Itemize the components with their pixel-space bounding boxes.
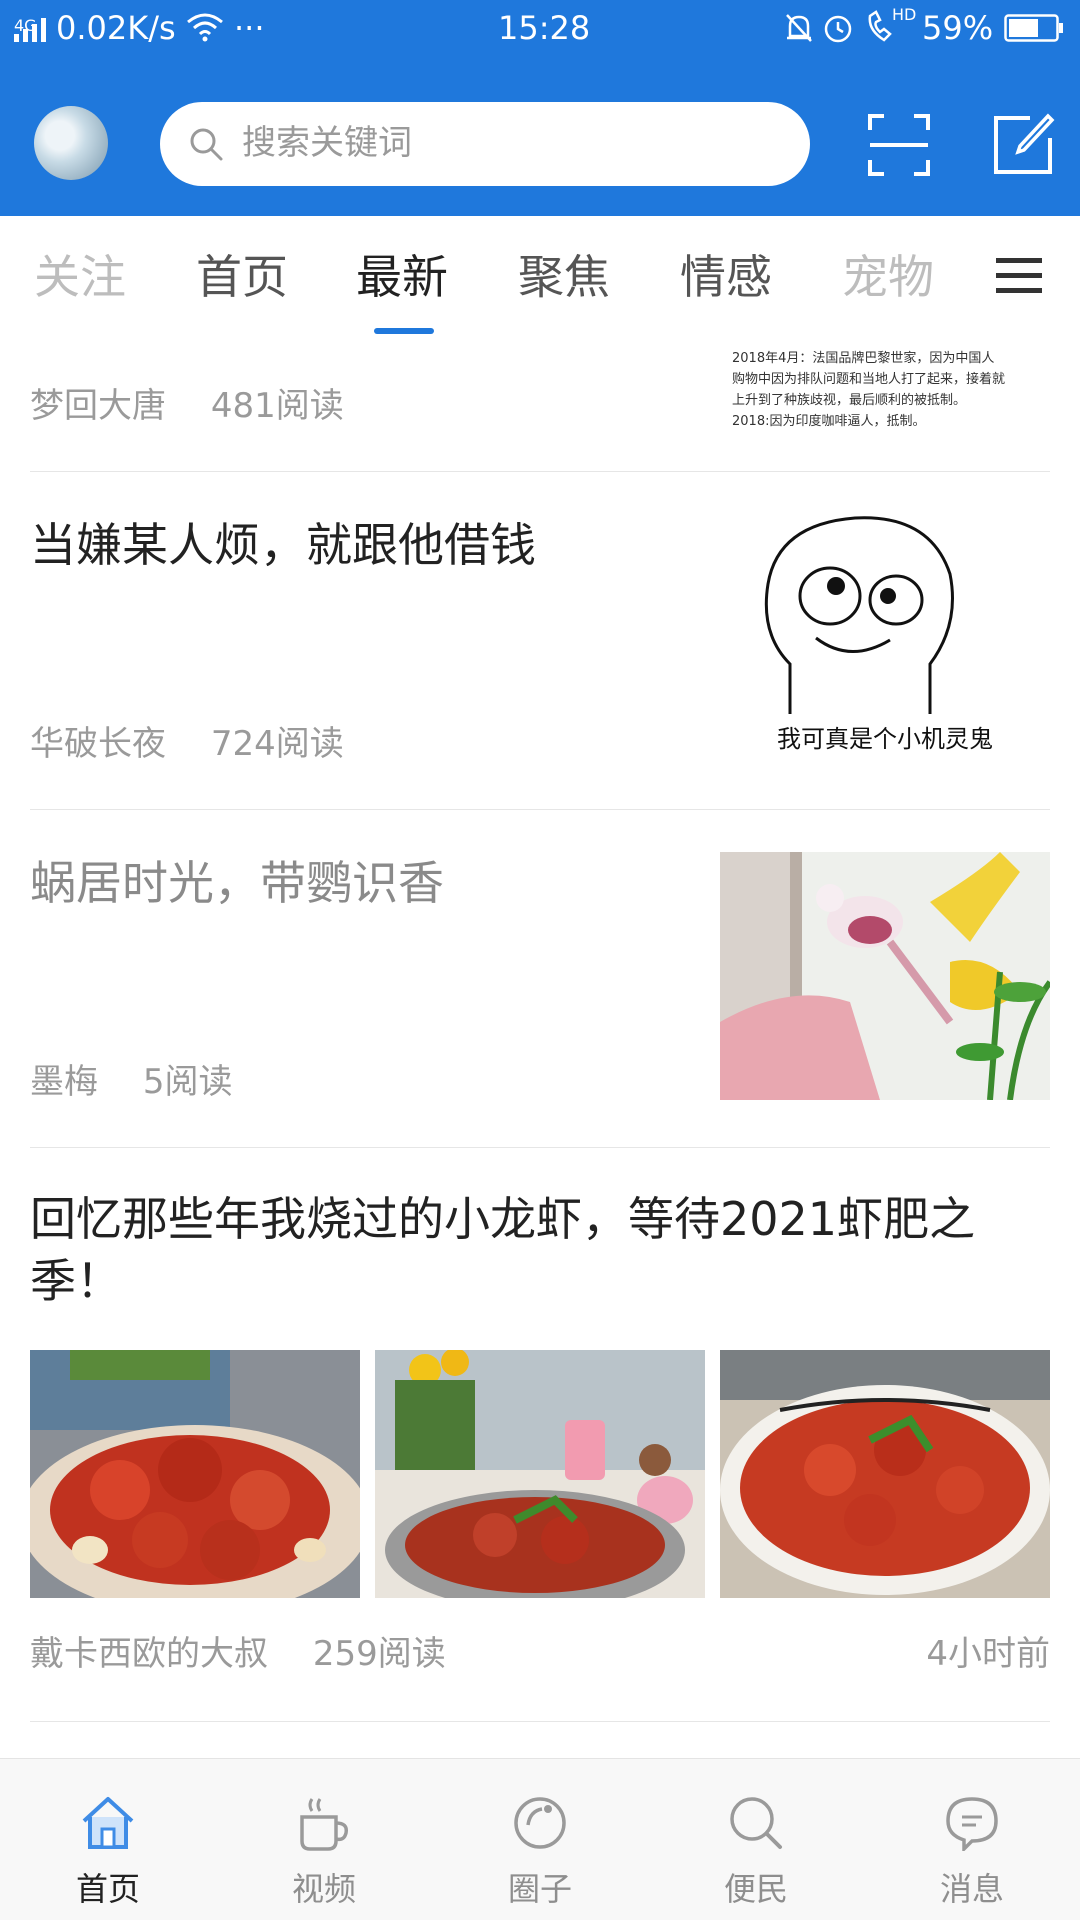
- nav-label: 首页: [75, 1870, 140, 1908]
- news-feed: 2018年4月：法国品牌巴黎世家，因为中国人 购物中因为排队问题和当地人打了起来…: [0, 336, 1080, 1758]
- home-icon: [82, 1797, 134, 1849]
- article-meta: 梦回大唐 481阅读: [30, 384, 378, 428]
- network-speed: 0.02K/s: [56, 9, 176, 47]
- article-reads: 724阅读: [210, 724, 344, 764]
- nav-label: 便民: [723, 1870, 788, 1908]
- wifi-icon: [187, 13, 223, 42]
- nav-services[interactable]: 便民: [648, 1759, 864, 1921]
- thumbnail-text-line: 上升到了种族歧视，最后顺利的被抵制。: [732, 393, 967, 408]
- tab-latest[interactable]: 最新: [356, 248, 448, 306]
- article-reads: 259阅读: [312, 1634, 446, 1674]
- article-meta: 华破长夜 724阅读: [30, 722, 378, 766]
- signal-icon: [14, 18, 46, 42]
- tab-home[interactable]: 首页: [196, 248, 288, 306]
- tab-emotion[interactable]: 情感: [680, 248, 772, 306]
- list-item[interactable]: 当嫌某人烦，就跟他借钱 我可真是个小机灵鬼 华破长夜 724阅读: [30, 472, 1050, 810]
- app-header: 搜索关键词: [0, 58, 1080, 216]
- thumbnail-text-line: 2018:因为印度咖啡逼人，抵制。: [732, 414, 926, 429]
- bottom-navigation: 首页 视频 圈子 便民 消息: [0, 1758, 1080, 1920]
- article-time: 4小时前: [926, 1634, 1050, 1674]
- more-dots: ···: [234, 9, 265, 47]
- circle-icon: [514, 1797, 566, 1849]
- crayfish-photo: [375, 1350, 705, 1598]
- battery-percent: 59%: [922, 9, 994, 47]
- article-author: 梦回大唐: [30, 386, 166, 426]
- nav-video[interactable]: 视频: [216, 1759, 432, 1921]
- article-author: 墨梅: [30, 1062, 98, 1102]
- article-image: [375, 1350, 705, 1598]
- article-thumbnail: [720, 852, 1050, 1100]
- nav-home[interactable]: 首页: [0, 1759, 216, 1921]
- article-author: 华破长夜: [30, 724, 166, 764]
- message-icon: [946, 1797, 998, 1851]
- article-reads: 481阅读: [210, 386, 344, 426]
- active-tab-indicator: [374, 328, 434, 334]
- category-tabs: 关注 首页 最新 聚焦 情感 宠物: [0, 216, 1080, 336]
- edit-icon[interactable]: [990, 112, 1056, 178]
- avatar[interactable]: [34, 106, 108, 180]
- article-image: [720, 1350, 1050, 1598]
- search-icon: [190, 128, 223, 161]
- nav-messages[interactable]: 消息: [864, 1759, 1080, 1921]
- list-item[interactable]: 蜗居时光，带鹦识香 墨梅 5阅读: [30, 810, 1050, 1148]
- clock: 15:28: [498, 9, 591, 47]
- bell-muted-icon: [786, 14, 812, 42]
- article-title: 当嫌某人烦，就跟他借钱: [30, 518, 536, 572]
- nav-label: 视频: [291, 1870, 356, 1908]
- status-bar: 4G 0.02K/s ··· 15:28 HD 59%: [0, 0, 1080, 58]
- list-item[interactable]: 回忆那些年我烧过的小龙虾，等待2021虾肥之季！ 戴卡西欧的大叔 259阅读 4…: [30, 1148, 1050, 1722]
- menu-icon[interactable]: [996, 256, 1042, 296]
- article-thumbnail: 我可真是个小机灵鬼: [720, 514, 1050, 762]
- tab-focus[interactable]: 聚焦: [518, 248, 610, 306]
- article-meta: 墨梅 5阅读: [30, 1060, 266, 1104]
- crayfish-photo: [720, 1350, 1050, 1598]
- thumbnail-text-line: 购物中因为排队问题和当地人打了起来，接着就: [732, 372, 1006, 387]
- search-bar[interactable]: 搜索关键词: [160, 102, 810, 186]
- tab-follow[interactable]: 关注: [34, 248, 126, 306]
- search-icon: [730, 1797, 782, 1849]
- nav-label: 圈子: [507, 1870, 572, 1908]
- thumbnail-text-line: 2018年4月：法国品牌巴黎世家，因为中国人: [732, 351, 995, 366]
- article-image: [30, 1350, 360, 1598]
- list-item[interactable]: 2018年4月：法国品牌巴黎世家，因为中国人 购物中因为排队问题和当地人打了起来…: [30, 336, 1050, 472]
- search-placeholder: 搜索关键词: [242, 123, 412, 163]
- meme-caption: 我可真是个小机灵鬼: [777, 725, 993, 753]
- scan-icon[interactable]: [866, 112, 932, 178]
- cup-icon: [300, 1798, 349, 1851]
- article-thumbnail: 2018年4月：法国品牌巴黎世家，因为中国人 购物中因为排队问题和当地人打了起来…: [720, 336, 1050, 456]
- crayfish-photo: [30, 1350, 360, 1598]
- hd-label: HD: [892, 5, 917, 24]
- article-title: 蜗居时光，带鹦识香: [30, 856, 444, 910]
- parrot-photo: [720, 852, 1050, 1100]
- article-author: 戴卡西欧的大叔: [30, 1634, 268, 1674]
- nav-label: 消息: [939, 1870, 1004, 1908]
- nav-circle[interactable]: 圈子: [432, 1759, 648, 1921]
- article-title: 回忆那些年我烧过的小龙虾，等待2021虾肥之季！: [30, 1192, 976, 1308]
- tab-pets[interactable]: 宠物: [842, 248, 934, 306]
- battery-icon: [1004, 14, 1063, 42]
- article-meta: 戴卡西欧的大叔 259阅读: [30, 1632, 480, 1676]
- alarm-icon: [824, 15, 852, 43]
- article-reads: 5阅读: [142, 1062, 233, 1102]
